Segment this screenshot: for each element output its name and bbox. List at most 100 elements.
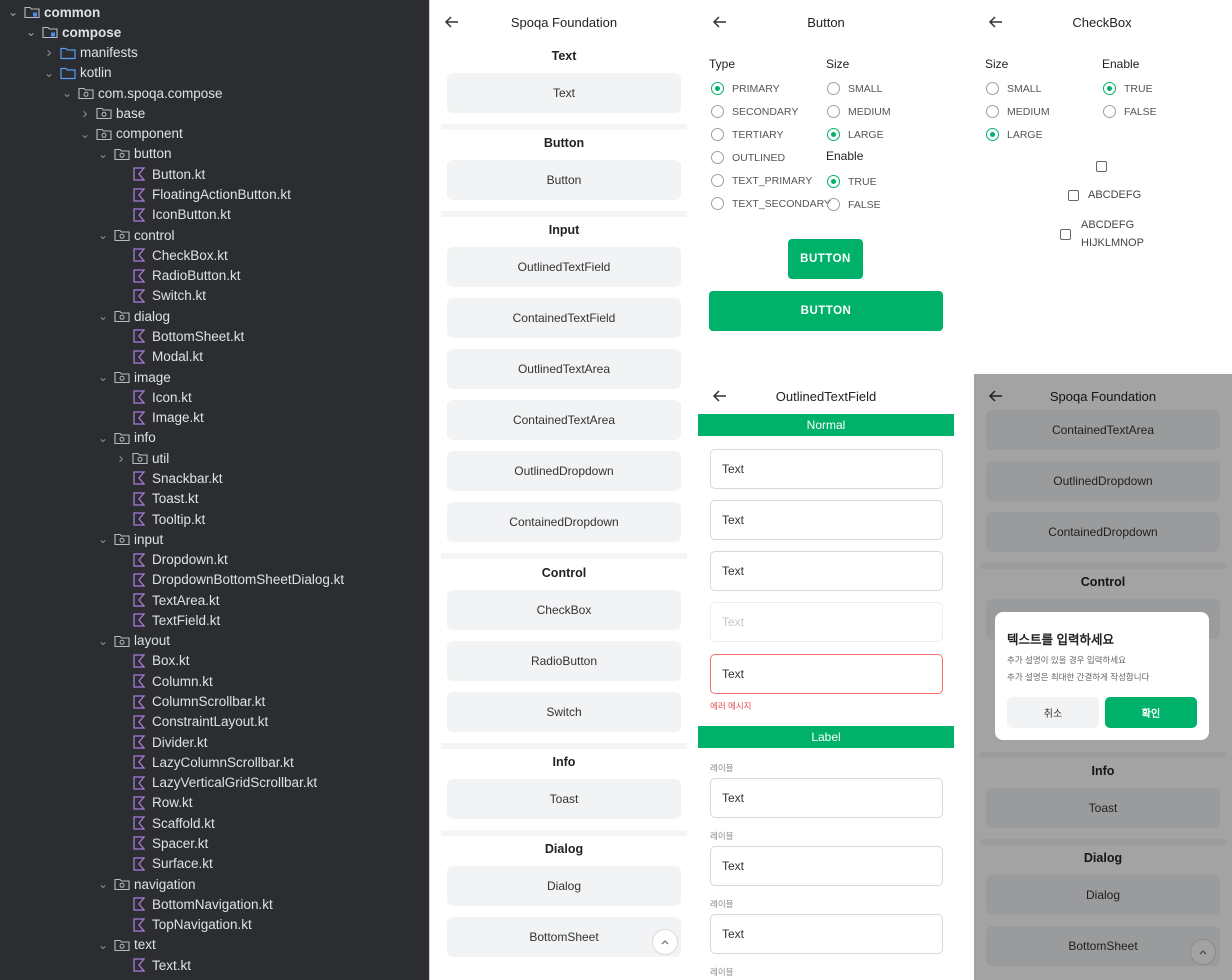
chevron-down-icon[interactable]: ⌄ [96,147,110,161]
text-field[interactable]: Text [710,551,943,591]
chevron-down-icon[interactable]: ⌄ [78,127,92,141]
tree-item[interactable]: › manifests [0,43,429,63]
switch-button[interactable]: Switch [447,692,681,732]
size-radio[interactable]: SMALL [827,82,882,95]
chevron-down-icon[interactable]: ⌄ [96,431,110,445]
sample-button-wide[interactable]: BUTTON [709,291,943,331]
chevron-down-icon[interactable]: ⌄ [6,5,20,19]
labeled-text-field[interactable]: Text [710,778,943,818]
type-radio[interactable]: SECONDARY [711,105,798,118]
text-field-error[interactable]: Text [710,654,943,694]
chevron-down-icon[interactable]: ⌄ [96,634,110,648]
tree-item[interactable]: ⌄ input [0,529,429,549]
enable-radio[interactable]: TRUE [827,175,877,188]
type-radio[interactable]: OUTLINED [711,151,785,164]
arrow-left-icon[interactable] [710,386,730,406]
chevron-right-icon[interactable]: › [114,450,128,467]
size-radio[interactable]: LARGE [827,128,884,141]
type-radio[interactable]: TEXT_PRIMARY [711,174,812,187]
tree-item[interactable]: ⌄ dialog [0,306,429,326]
labeled-text-field[interactable]: Text [710,846,943,886]
tree-item[interactable]: ⌄ image [0,367,429,387]
tree-item[interactable]: TopNavigation.kt [0,915,429,935]
size-radio[interactable]: LARGE [986,128,1043,141]
tree-item[interactable]: TextArea.kt [0,590,429,610]
tree-item[interactable]: ⌄ com.spoqa.compose [0,83,429,103]
tree-item[interactable]: ⌄ info [0,428,429,448]
enable-radio[interactable]: TRUE [1103,82,1153,95]
checkbox-multiline[interactable] [1060,229,1071,240]
outlined-text-field-button[interactable]: OutlinedTextField [447,247,681,287]
text-field-disabled[interactable]: Text [710,602,943,642]
type-radio[interactable]: PRIMARY [711,82,780,95]
size-radio[interactable]: MEDIUM [986,105,1050,118]
tree-item[interactable]: Switch.kt [0,286,429,306]
tree-item[interactable]: LazyColumnScrollbar.kt [0,752,429,772]
tree-item[interactable]: Surface.kt [0,854,429,874]
text-button[interactable]: Text [447,73,681,113]
scroll-top-button[interactable] [652,929,678,955]
tree-item[interactable]: ⌄ text [0,935,429,955]
tree-item[interactable]: ⌄ component [0,124,429,144]
tree-item[interactable]: ⌄ control [0,225,429,245]
tree-item[interactable]: › util [0,448,429,468]
tree-item[interactable]: Button.kt [0,164,429,184]
type-radio[interactable]: TERTIARY [711,128,784,141]
radio-button-button[interactable]: RadioButton [447,641,681,681]
tree-item[interactable]: ColumnScrollbar.kt [0,692,429,712]
tree-item[interactable]: BottomNavigation.kt [0,894,429,914]
arrow-left-icon[interactable] [986,12,1006,32]
contained-text-area-button[interactable]: ContainedTextArea [447,400,681,440]
sample-button-small[interactable]: BUTTON [788,239,863,279]
tree-item[interactable]: ⌄ navigation [0,874,429,894]
tree-item[interactable]: ⌄ layout [0,631,429,651]
type-radio[interactable]: TEXT_SECONDARY [711,197,831,210]
tree-item[interactable]: Image.kt [0,408,429,428]
tree-item[interactable]: BottomSheet.kt [0,326,429,346]
tree-item[interactable]: CheckBox.kt [0,245,429,265]
tree-item[interactable]: Spacer.kt [0,833,429,853]
text-field[interactable]: Text [710,449,943,489]
enable-radio[interactable]: FALSE [1103,105,1157,118]
tree-item[interactable]: FloatingActionButton.kt [0,185,429,205]
tree-item[interactable]: Column.kt [0,671,429,691]
toast-button[interactable]: Toast [447,779,681,819]
labeled-text-field[interactable]: Text [710,914,943,954]
confirm-button[interactable]: 확인 [1105,697,1197,728]
checkbox-plain[interactable] [1096,161,1107,172]
tree-item[interactable]: Toast.kt [0,489,429,509]
chevron-down-icon[interactable]: ⌄ [60,86,74,100]
tree-item[interactable]: Modal.kt [0,347,429,367]
checkbox-button[interactable]: CheckBox [447,590,681,630]
checkbox-with-label[interactable] [1068,190,1079,201]
tree-item[interactable]: Box.kt [0,651,429,671]
tree-item[interactable]: Snackbar.kt [0,468,429,488]
outlined-text-area-button[interactable]: OutlinedTextArea [447,349,681,389]
tree-item[interactable]: DropdownBottomSheetDialog.kt [0,570,429,590]
contained-text-field-button[interactable]: ContainedTextField [447,298,681,338]
chevron-down-icon[interactable]: ⌄ [96,370,110,384]
dialog-button[interactable]: Dialog [447,866,681,906]
tree-item[interactable]: Row.kt [0,793,429,813]
chevron-down-icon[interactable]: ⌄ [96,938,110,952]
chevron-down-icon[interactable]: ⌄ [42,66,56,80]
chevron-right-icon[interactable]: › [78,105,92,122]
tree-item[interactable]: Tooltip.kt [0,509,429,529]
chevron-down-icon[interactable]: ⌄ [24,25,38,39]
tree-item[interactable]: ⌄ kotlin [0,63,429,83]
chevron-down-icon[interactable]: ⌄ [96,228,110,242]
arrow-left-icon[interactable] [710,12,730,32]
chevron-down-icon[interactable]: ⌄ [96,309,110,323]
tree-item[interactable]: Icon.kt [0,387,429,407]
tree-item[interactable]: RadioButton.kt [0,266,429,286]
chevron-down-icon[interactable]: ⌄ [96,877,110,891]
chevron-right-icon[interactable]: › [42,44,56,61]
size-radio[interactable]: MEDIUM [827,105,891,118]
size-radio[interactable]: SMALL [986,82,1041,95]
outlined-dropdown-button[interactable]: OutlinedDropdown [447,451,681,491]
bottom-sheet-button[interactable]: BottomSheet [447,917,681,957]
tree-item[interactable]: Text.kt [0,955,429,975]
tree-item[interactable]: ConstraintLayout.kt [0,712,429,732]
tree-item[interactable]: TextField.kt [0,610,429,630]
enable-radio[interactable]: FALSE [827,198,881,211]
